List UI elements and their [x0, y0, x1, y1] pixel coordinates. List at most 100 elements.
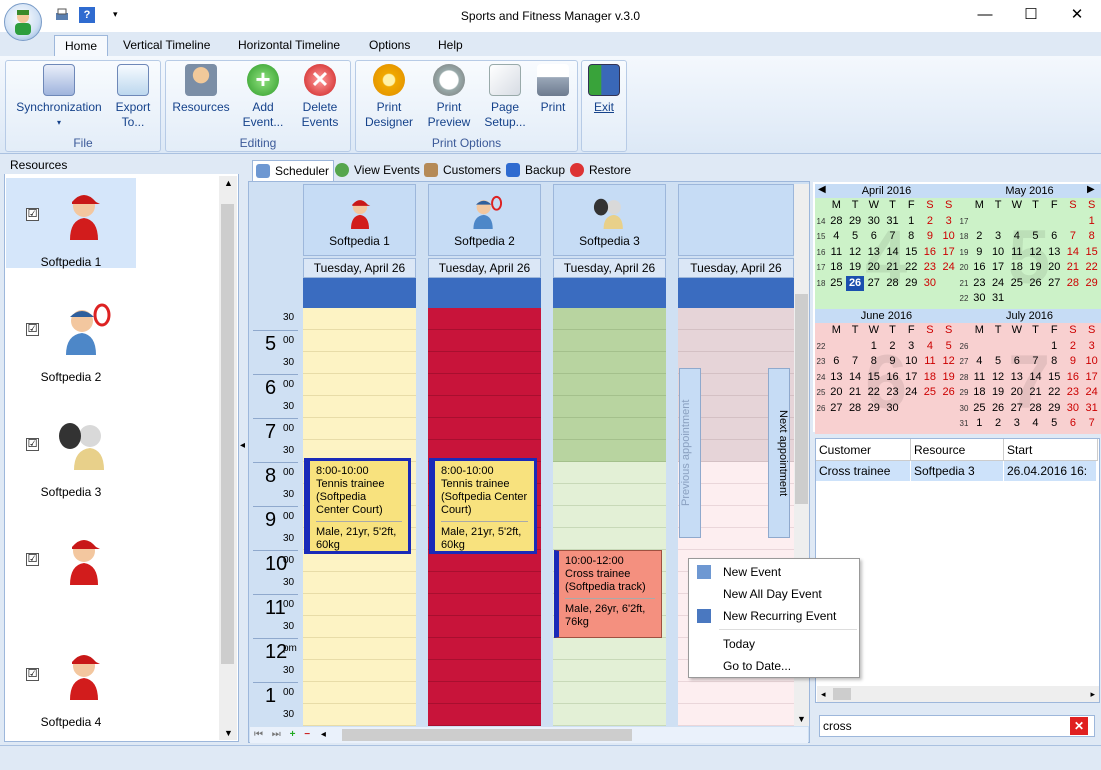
day-cell[interactable]: 24 [989, 276, 1008, 292]
day-cell[interactable] [827, 339, 846, 355]
day-cell[interactable]: 23 [1064, 385, 1083, 401]
day-cell[interactable]: 9 [970, 245, 989, 261]
day-cell[interactable]: 25 [970, 401, 989, 417]
all-day-area[interactable] [303, 278, 416, 308]
month-title[interactable]: July 2016 [958, 309, 1101, 323]
day-cell[interactable]: 28 [827, 214, 846, 230]
day-cell[interactable]: 6 [1064, 416, 1083, 432]
synchronization-button[interactable]: Synchronization ▾ [12, 64, 106, 130]
day-cell[interactable] [970, 214, 989, 230]
print-button[interactable]: Print [533, 64, 573, 115]
day-cell[interactable]: 31 [1082, 401, 1101, 417]
resource-item[interactable]: ☑ Softpedia 3 [6, 408, 136, 499]
day-cell[interactable]: 28 [1064, 276, 1083, 292]
all-day-area[interactable] [553, 278, 666, 308]
resources-scrollbar[interactable]: ▲ ▼ [219, 176, 237, 740]
day-cell[interactable]: 24 [1082, 385, 1101, 401]
day-cell[interactable]: 22 [1082, 260, 1101, 276]
grid-cell-start[interactable]: 26.04.2016 16: [1004, 461, 1096, 481]
menu-new-all-day-event[interactable]: New All Day Event [689, 583, 859, 605]
print-preview-button[interactable]: Print Preview [422, 64, 476, 130]
day-cell[interactable]: 26 [939, 385, 958, 401]
print-designer-button[interactable]: Print Designer [362, 64, 416, 130]
add-event-button[interactable]: + Add Event... [237, 64, 289, 130]
day-cell[interactable]: 11 [970, 370, 989, 386]
day-cell[interactable]: 2 [1064, 339, 1083, 355]
event-appointment[interactable]: 8:00-10:00 Tennis trainee (Softpedia Cen… [304, 458, 411, 554]
day-cell[interactable]: 10 [939, 229, 958, 245]
day-cell[interactable]: 21 [1064, 260, 1083, 276]
column-header-start[interactable]: Start [1004, 439, 1098, 461]
day-cell[interactable]: 28 [846, 401, 865, 417]
day-cell[interactable]: 17 [1082, 370, 1101, 386]
clear-search-icon[interactable]: ✕ [1070, 717, 1088, 735]
day-cell[interactable] [1082, 291, 1101, 307]
day-cell[interactable]: 23 [970, 276, 989, 292]
resource-column-header[interactable]: Softpedia 1 [303, 184, 416, 256]
day-cell[interactable]: 30 [921, 276, 940, 292]
day-cell[interactable]: 30 [1064, 401, 1083, 417]
resource-item[interactable]: ☑ Softpedia 1 [6, 178, 136, 269]
exit-button[interactable]: Exit [584, 64, 624, 115]
day-cell[interactable] [1064, 291, 1083, 307]
day-cell[interactable]: 30 [970, 291, 989, 307]
day-cell[interactable]: 12 [846, 245, 865, 261]
tab-restore[interactable]: Restore [567, 160, 635, 181]
grid-cell-customer[interactable]: Cross trainee [816, 461, 910, 481]
day-cell[interactable]: 29 [1082, 276, 1101, 292]
horizontal-scroll-thumb[interactable] [342, 729, 632, 741]
maximize-button[interactable]: ☐ [1008, 0, 1054, 31]
close-button[interactable]: ✕ [1054, 0, 1100, 31]
resource-column-header[interactable] [678, 184, 794, 256]
next-appointment-button[interactable]: Next appointment [768, 368, 790, 538]
day-cell[interactable]: 18 [970, 385, 989, 401]
day-cell[interactable]: 10 [1082, 354, 1101, 370]
tab-horizontal-timeline[interactable]: Horizontal Timeline [228, 35, 350, 56]
day-cell[interactable]: 19 [989, 385, 1008, 401]
day-cell[interactable]: 4 [827, 229, 846, 245]
grid-cell-resource[interactable]: Softpedia 3 [911, 461, 1003, 481]
day-cell[interactable]: 1 [970, 416, 989, 432]
day-cell[interactable]: 7 [1082, 416, 1101, 432]
day-cell[interactable]: 4 [970, 354, 989, 370]
day-cell[interactable]: 24 [939, 260, 958, 276]
day-cell[interactable]: 16 [1064, 370, 1083, 386]
day-cell[interactable]: 7 [1064, 229, 1083, 245]
day-cell[interactable]: 20 [827, 385, 846, 401]
tab-scheduler[interactable]: Scheduler [252, 160, 335, 181]
column-header-customer[interactable]: Customer [816, 439, 911, 461]
day-cell[interactable]: 12 [939, 354, 958, 370]
day-cell[interactable]: 17 [939, 245, 958, 261]
resource-checkbox[interactable]: ☑ [26, 323, 39, 336]
resource-item[interactable]: ☑ Softpedia 2 [6, 293, 136, 384]
menu-new-recurring-event[interactable]: New Recurring Event [689, 605, 859, 627]
day-cell[interactable]: 5 [939, 339, 958, 355]
tab-options[interactable]: Options [359, 35, 420, 56]
resources-button[interactable]: Resources [170, 64, 232, 115]
day-cell[interactable] [939, 401, 958, 417]
tab-vertical-timeline[interactable]: Vertical Timeline [113, 35, 220, 56]
day-cell[interactable]: 11 [827, 245, 846, 261]
all-day-area[interactable] [428, 278, 541, 308]
app-menu-button[interactable] [4, 3, 42, 41]
day-cell[interactable]: 18 [921, 370, 940, 386]
event-appointment[interactable]: 8:00-10:00 Tennis trainee (Softpedia Cen… [429, 458, 537, 554]
resource-checkbox[interactable]: ☑ [26, 668, 39, 681]
day-cell[interactable]: 2 [970, 229, 989, 245]
day-cell[interactable] [989, 339, 1008, 355]
day-cell[interactable]: 25 [827, 276, 846, 292]
month-title[interactable]: April 2016 [815, 184, 958, 198]
day-cell[interactable]: 15 [1082, 245, 1101, 261]
next-month-arrow-icon[interactable]: ▶ [1087, 184, 1095, 195]
day-cell[interactable] [970, 339, 989, 355]
day-cell[interactable] [846, 339, 865, 355]
export-to-button[interactable]: Export To... [109, 64, 157, 130]
previous-month-arrow-icon[interactable]: ◀ [818, 184, 826, 195]
day-cell[interactable]: 4 [921, 339, 940, 355]
collapse-panel-arrow-icon[interactable]: ◂ [240, 440, 245, 451]
day-cell[interactable] [989, 214, 1008, 230]
day-cell[interactable]: 21 [846, 385, 865, 401]
day-cell[interactable]: 5 [989, 354, 1008, 370]
day-cell[interactable]: 16 [970, 260, 989, 276]
day-cell[interactable]: 17 [989, 260, 1008, 276]
